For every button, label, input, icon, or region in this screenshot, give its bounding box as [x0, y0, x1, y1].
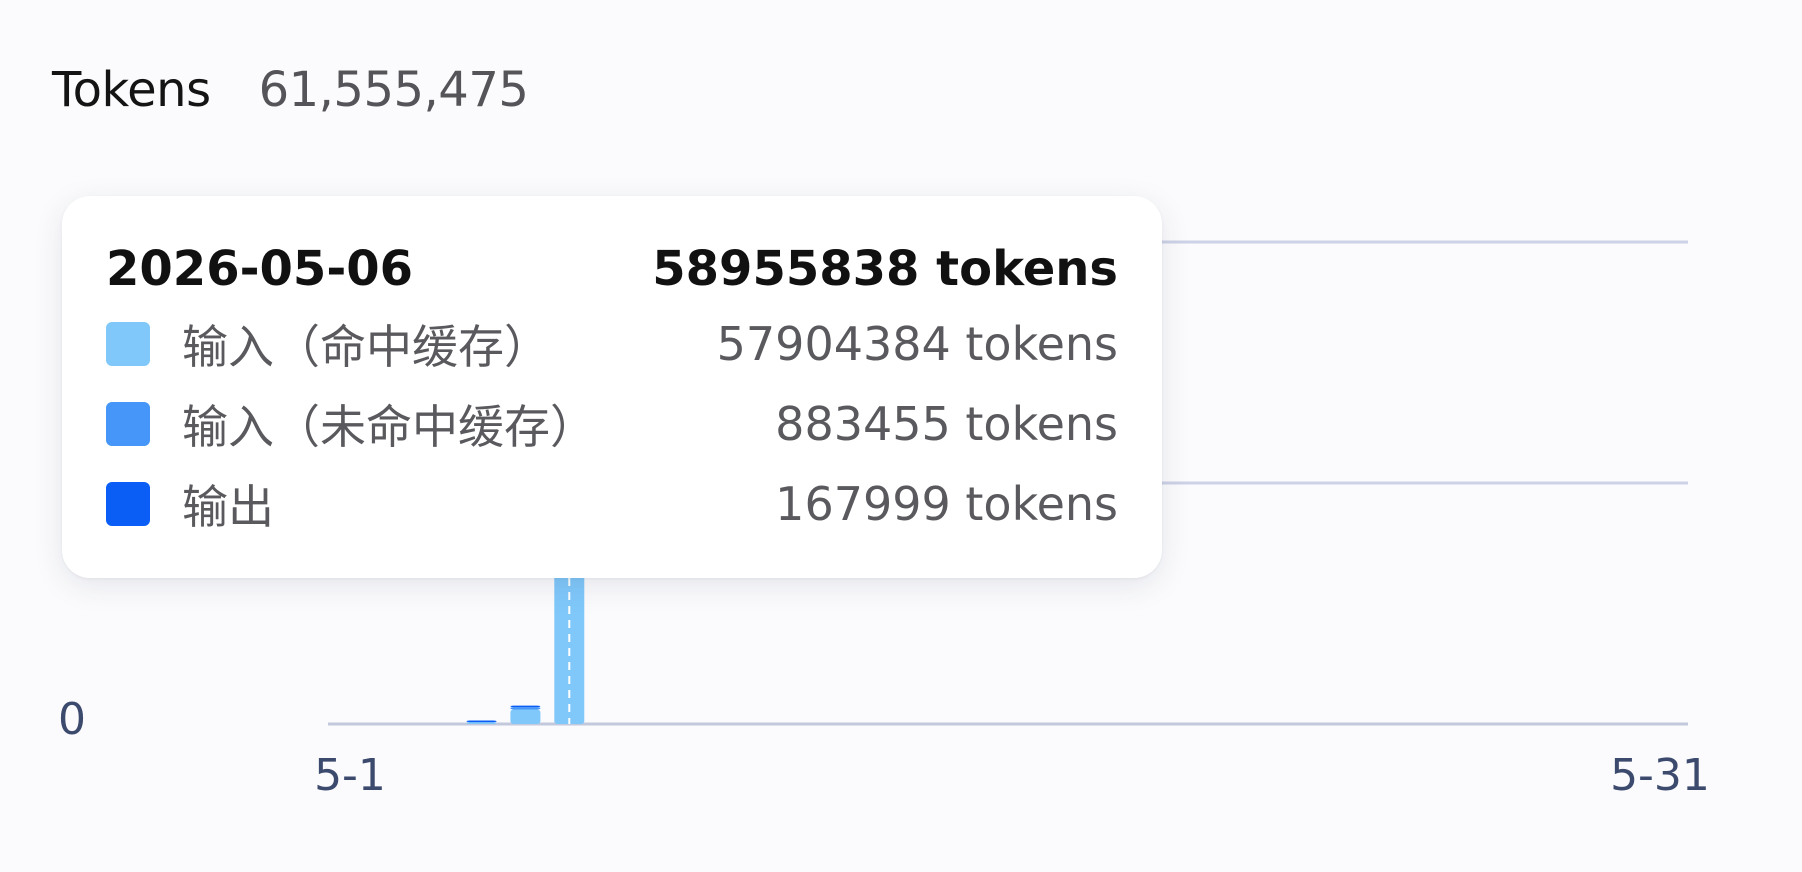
- tooltip-row-cache-miss: 输入（未命中缓存） 883455 tokens: [106, 384, 1118, 464]
- tooltip-row-label: 输入（未命中缓存）: [182, 400, 596, 454]
- tooltip-row-value: 167999 tokens: [775, 477, 1118, 531]
- tooltip-row-label: 输出: [182, 480, 274, 534]
- x-tick-last: 5-31: [1610, 750, 1710, 801]
- tooltip-total: 58955838 tokens: [652, 241, 1118, 297]
- legend-swatch-cache-miss: [106, 402, 150, 446]
- tooltip-row-cache-hit: 输入（命中缓存） 57904384 tokens: [106, 304, 1118, 384]
- bar-segment-5-5[interactable]: [510, 707, 541, 710]
- bar-segment-5-5[interactable]: [510, 705, 541, 708]
- y-tick-zero: 0: [58, 694, 86, 745]
- tooltip-header: 2026-05-06 58955838 tokens: [106, 234, 1118, 304]
- tooltip-row-value: 883455 tokens: [775, 397, 1118, 451]
- chart-tooltip: 2026-05-06 58955838 tokens 输入（命中缓存） 5790…: [62, 196, 1162, 578]
- tooltip-row-output: 输出 167999 tokens: [106, 464, 1118, 544]
- bar-segment-5-4[interactable]: [466, 720, 497, 722]
- tooltip-row-value: 57904384 tokens: [716, 317, 1118, 371]
- legend-swatch-output: [106, 482, 150, 526]
- legend-swatch-cache-hit: [106, 322, 150, 366]
- bar-segment-5-4[interactable]: [466, 722, 497, 724]
- tooltip-date: 2026-05-06: [106, 241, 414, 297]
- tooltip-row-label: 输入（命中缓存）: [182, 320, 550, 374]
- x-tick-first: 5-1: [314, 750, 386, 801]
- token-usage-page: Tokens 61,555,475 0 5-1 5-31 2026-05-06 …: [0, 0, 1802, 872]
- bar-segment-5-5[interactable]: [510, 709, 541, 724]
